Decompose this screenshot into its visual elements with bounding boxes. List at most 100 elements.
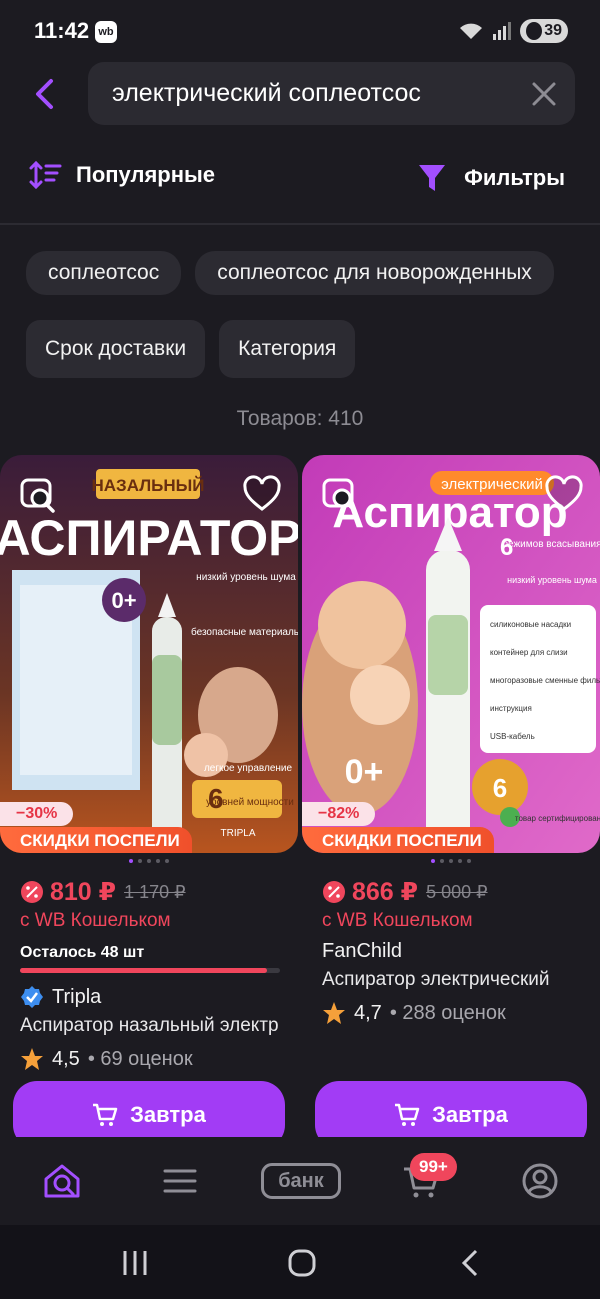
- home-search-icon[interactable]: [42, 1161, 82, 1201]
- chip-category[interactable]: Категория: [219, 320, 356, 378]
- heart-icon[interactable]: [544, 475, 584, 515]
- image-maker: TRIPLA: [220, 828, 255, 839]
- product-image[interactable]: НАЗАЛЬНЫЙ АСПИРАТОР 0+ низкий уровень шу…: [0, 455, 298, 853]
- image-search-icon[interactable]: [320, 475, 360, 515]
- filters-label: Фильтры: [464, 165, 565, 190]
- product-image[interactable]: электрический Аспиратор 6 режимов всасыв…: [302, 455, 600, 853]
- product-name[interactable]: Аспиратор назальный электрический: [20, 1015, 278, 1037]
- image-modes: режимов всасывания: [502, 539, 600, 550]
- divider: [0, 223, 600, 225]
- discount-badge: −82%: [302, 802, 376, 826]
- reviews-count: • 69 оценок: [87, 1047, 193, 1070]
- results-count: Товаров: 410: [236, 407, 364, 430]
- image-feature-4: уровней мощности: [206, 797, 294, 808]
- status-icons: 39: [458, 19, 568, 43]
- old-price: 1 170 ₽: [124, 881, 186, 902]
- star-icon: [323, 1002, 345, 1024]
- clear-search-icon[interactable]: [531, 81, 557, 107]
- star-icon: [21, 1048, 43, 1070]
- old-price: 5 000 ₽: [426, 881, 488, 902]
- stock-bar-fill: [20, 968, 267, 973]
- image-feature-2: безопасные материалы: [191, 626, 298, 638]
- heart-icon[interactable]: [242, 475, 282, 515]
- buy-label: Завтра: [432, 1102, 508, 1127]
- image-title: АСПИРАТОР: [0, 510, 298, 566]
- price-row: 866 ₽ 5 000 ₽: [322, 877, 600, 907]
- system-nav-bar: [0, 1225, 600, 1299]
- chip-suggestion[interactable]: соплеотсос для новорожденных: [195, 251, 554, 295]
- image-list-3: многоразовые сменные фильтры: [490, 676, 600, 685]
- wallet-note: с WB Кошельком: [20, 910, 171, 931]
- status-bar: 11:42 wb 39: [0, 0, 600, 62]
- brand-name: Tripla: [52, 985, 102, 1008]
- suggestion-chips: соплеотсос соплеотсос для новорожденных: [26, 251, 554, 295]
- promo-badge: СКИДКИ ПОСПЕЛИ: [302, 827, 494, 853]
- rating: 4,5 • 69 оценок: [20, 1047, 298, 1071]
- rating-value: 4,7: [354, 1001, 382, 1024]
- filters-button[interactable]: Фильтры: [418, 163, 565, 193]
- sort-icon: [29, 160, 62, 190]
- product-name[interactable]: Аспиратор электрический: [322, 969, 580, 991]
- image-label-top: НАЗАЛЬНЫЙ: [92, 476, 205, 495]
- stock-bar: [20, 968, 280, 973]
- brand[interactable]: FanChild: [322, 940, 600, 963]
- back-nav-icon[interactable]: [458, 1248, 482, 1278]
- image-pagination: [302, 859, 600, 865]
- wb-app-icon: wb: [95, 21, 117, 43]
- chip-suggestion[interactable]: соплеотсос: [26, 251, 182, 295]
- filter-funnel-icon: [419, 165, 446, 191]
- brand-name: FanChild: [322, 940, 403, 962]
- image-feature-3: легкое управление: [204, 763, 293, 774]
- bank-tab[interactable]: банк: [261, 1163, 341, 1199]
- status-time: 11:42: [34, 18, 90, 43]
- discount-percent-icon: [323, 881, 345, 903]
- image-list-2: контейнер для слизи: [490, 648, 568, 657]
- cart-count-badge: 99+: [410, 1153, 457, 1181]
- filter-chips: Срок доставки Категория: [26, 320, 356, 378]
- signal-icon: [493, 22, 511, 40]
- wallet-note: с WB Кошельком: [322, 910, 473, 931]
- price: 866 ₽: [352, 878, 419, 906]
- chip-delivery-time[interactable]: Срок доставки: [26, 320, 206, 378]
- profile-icon[interactable]: [520, 1161, 560, 1201]
- image-list-1: силиконовые насадки: [490, 620, 571, 629]
- image-search-icon[interactable]: [18, 475, 58, 515]
- sort-button[interactable]: Популярные: [28, 160, 215, 190]
- back-arrow-icon[interactable]: [28, 76, 64, 112]
- search-box[interactable]: [88, 62, 575, 125]
- search-input[interactable]: [112, 62, 512, 125]
- promo-badge: СКИДКИ ПОСПЕЛИ: [0, 827, 192, 853]
- buy-label: Завтра: [130, 1102, 206, 1127]
- discount-badge: −30%: [0, 802, 74, 826]
- price-row: 810 ₽ 1 170 ₽: [20, 877, 298, 907]
- image-feature-1: низкий уровень шума: [196, 572, 296, 583]
- image-cert: товар сертифицирован: [515, 814, 600, 823]
- wifi-icon: [460, 23, 482, 39]
- rating-value: 4,5: [52, 1047, 80, 1070]
- image-warranty: 6: [493, 773, 507, 803]
- home-button-icon[interactable]: [287, 1248, 317, 1278]
- rating: 4,7 • 288 оценок: [322, 1001, 600, 1025]
- image-noise: низкий уровень шума: [507, 575, 597, 585]
- battery-level: 39: [544, 22, 562, 39]
- brand[interactable]: Tripla: [20, 985, 298, 1009]
- battery-icon: 39: [520, 19, 568, 43]
- recent-apps-icon[interactable]: [120, 1249, 150, 1277]
- cart-icon: [93, 1103, 118, 1126]
- reviews-count: • 288 оценок: [389, 1001, 506, 1024]
- product-card[interactable]: НАЗАЛЬНЫЙ АСПИРАТОР 0+ низкий уровень шу…: [0, 455, 298, 1071]
- sort-label: Популярные: [76, 162, 216, 187]
- image-age: 0+: [345, 753, 384, 791]
- image-list-5: USB-кабель: [490, 732, 535, 741]
- price: 810 ₽: [50, 878, 117, 906]
- bottom-nav: банк 99+: [0, 1137, 600, 1225]
- product-card[interactable]: электрический Аспиратор 6 режимов всасыв…: [302, 455, 600, 1025]
- image-pagination: [0, 859, 298, 865]
- image-list-4: инструкция: [490, 704, 532, 713]
- cart-icon: [395, 1103, 420, 1126]
- stock-left: Осталось 48 шт: [20, 944, 145, 961]
- catalog-menu-icon[interactable]: [160, 1161, 200, 1201]
- image-age: 0+: [111, 588, 136, 613]
- discount-percent-icon: [21, 881, 43, 903]
- verified-badge-icon: [21, 986, 43, 1008]
